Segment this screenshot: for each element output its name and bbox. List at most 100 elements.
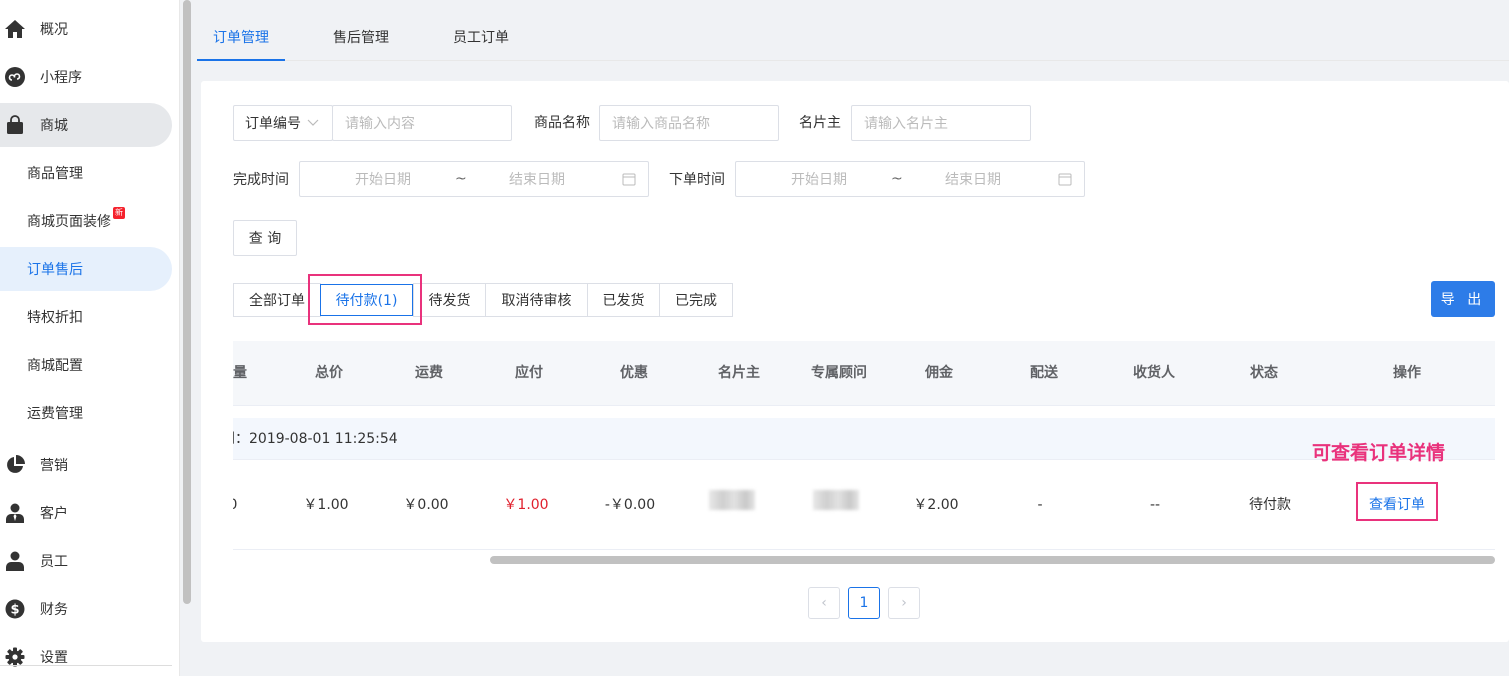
sidebar-item-label: 订单售后	[27, 262, 83, 278]
sidebar-sub-product-mgmt[interactable]: 商品管理	[0, 151, 172, 195]
cell-receiver: --	[1149, 497, 1161, 513]
cell-commission: ￥2.00	[913, 497, 959, 513]
annotation-text: 可查看订单详情	[1312, 442, 1446, 464]
header-discount: 优惠	[620, 365, 648, 381]
sidebar-item-label: 设置	[40, 650, 68, 666]
sidebar-item-label: 客户	[40, 506, 68, 522]
header-shipping: 运费	[415, 365, 443, 381]
date-separator: ~	[455, 171, 467, 187]
product-name-label: 商品名称	[534, 115, 590, 131]
status-tab-pending-shipment[interactable]: 待发货	[413, 283, 486, 317]
calendar-icon	[1058, 172, 1072, 186]
order-time-range[interactable]: 开始日期 ~ 结束日期	[735, 161, 1085, 197]
order-type-value: 订单编号	[245, 116, 301, 132]
sidebar-item-label: 运费管理	[27, 406, 83, 422]
sidebar-item-label: 商城页面装修	[27, 214, 111, 230]
sidebar-item-miniprogram[interactable]: 小程序	[0, 55, 172, 99]
sidebar-item-label: 小程序	[40, 70, 82, 86]
cell-payable: ￥1.00	[503, 497, 549, 513]
cell-delivery: -	[1037, 497, 1043, 513]
sidebar-item-label: 营销	[40, 458, 68, 474]
header-status: 状态	[1250, 365, 1278, 381]
blurred-advisor	[813, 490, 859, 510]
header-commission: 佣金	[925, 365, 953, 381]
top-tabs: 订单管理 售后管理 员工订单	[197, 0, 1509, 61]
header-delivery: 配送	[1030, 365, 1058, 381]
sidebar-item-employee[interactable]: 员工	[0, 539, 172, 583]
pagination-next[interactable]: ›	[888, 587, 920, 619]
start-date-placeholder: 开始日期	[355, 172, 411, 188]
sidebar-sub-order-aftersale[interactable]: 订单售后	[0, 247, 172, 291]
sidebar-item-label: 商城	[40, 118, 68, 134]
employee-icon	[4, 550, 26, 572]
query-button[interactable]: 查 询	[233, 220, 297, 256]
table-row: 0 ￥1.00 ￥0.00 ￥1.00 -￥0.00 ￥2.00 - -- 待付…	[229, 460, 1495, 550]
pagination-prev[interactable]: ‹	[808, 587, 840, 619]
header-total: 总价	[315, 365, 343, 381]
blurred-card-owner	[709, 490, 755, 510]
sidebar-sub-page-decoration[interactable]: 商城页面装修新	[0, 199, 172, 243]
end-date-placeholder: 结束日期	[509, 172, 565, 188]
product-name-placeholder: 请输入商品名称	[612, 116, 710, 132]
sidebar-item-overview[interactable]: 概况	[0, 7, 172, 51]
status-tab-cancel-review[interactable]: 取消待审核	[485, 283, 588, 317]
order-time-text: 时间：2019-08-01 11:25:54	[207, 431, 398, 447]
start-date-placeholder: 开始日期	[791, 172, 847, 188]
header-card-owner: 名片主	[718, 365, 760, 381]
pie-chart-icon	[4, 454, 26, 476]
sidebar-scrollbar[interactable]	[183, 0, 191, 604]
order-keyword-input[interactable]: 请输入内容	[332, 105, 512, 141]
highlight-box-pending-tab	[308, 274, 422, 325]
cell-discount: -￥0.00	[604, 497, 656, 513]
sidebar-item-label: 商品管理	[27, 166, 83, 182]
table-header: 数量 总价 运费 应付 优惠 名片主 专属顾问 佣金 配送 收货人 状态 操作	[219, 341, 1495, 406]
end-date-placeholder: 结束日期	[945, 172, 1001, 188]
sidebar-sub-shipping-mgmt[interactable]: 运费管理	[0, 391, 172, 435]
status-tab-shipped[interactable]: 已发货	[587, 283, 660, 317]
product-name-input[interactable]: 请输入商品名称	[599, 105, 779, 141]
tab-aftersale-management[interactable]: 售后管理	[333, 0, 389, 61]
cell-total: ￥1.00	[303, 497, 349, 513]
sidebar-sub-privilege-discount[interactable]: 特权折扣	[0, 295, 172, 339]
card-owner-input[interactable]: 请输入名片主	[851, 105, 1031, 141]
new-badge: 新	[113, 207, 125, 219]
tab-order-management[interactable]: 订单管理	[197, 0, 285, 61]
home-icon	[4, 18, 26, 40]
card-owner-placeholder: 请输入名片主	[864, 116, 948, 132]
pagination-page-1[interactable]: 1	[848, 587, 880, 619]
sidebar-item-label: 员工	[40, 554, 68, 570]
sidebar-item-settings[interactable]: 设置	[0, 635, 172, 676]
sidebar-item-marketing[interactable]: 营销	[0, 443, 172, 487]
sidebar-item-customer[interactable]: 客户	[0, 491, 172, 535]
sidebar-item-label: 概况	[40, 22, 68, 38]
customer-icon	[4, 502, 26, 524]
sidebar-item-finance[interactable]: $ 财务	[0, 587, 172, 631]
sidebar-item-mall[interactable]: 商城	[0, 103, 172, 147]
complete-time-label: 完成时间	[233, 172, 289, 188]
header-action: 操作	[1393, 365, 1421, 381]
sidebar: 概况 小程序 商城 商品管理 商城页面装修新 订单售后 特权折扣 商城配置 运费…	[0, 0, 180, 676]
date-separator: ~	[891, 171, 903, 187]
card-owner-label: 名片主	[799, 115, 841, 131]
highlight-box-view-order	[1356, 482, 1438, 521]
status-tab-completed[interactable]: 已完成	[659, 283, 733, 317]
cell-shipping: ￥0.00	[403, 497, 449, 513]
order-type-select[interactable]: 订单编号	[233, 105, 333, 141]
table-horizontal-scrollbar[interactable]	[490, 556, 1495, 564]
tab-employee-orders[interactable]: 员工订单	[453, 0, 509, 61]
order-keyword-placeholder: 请输入内容	[345, 116, 415, 132]
sidebar-sub-mall-config[interactable]: 商城配置	[0, 343, 172, 387]
complete-time-range[interactable]: 开始日期 ~ 结束日期	[299, 161, 649, 197]
export-button[interactable]: 导 出	[1431, 281, 1495, 317]
header-advisor: 专属顾问	[811, 365, 867, 381]
sidebar-item-label: 特权折扣	[27, 310, 83, 326]
dollar-icon: $	[4, 598, 26, 620]
sidebar-divider	[0, 665, 172, 666]
shopping-bag-icon	[4, 114, 26, 136]
order-group-row: 时间：2019-08-01 11:25:54	[207, 418, 1495, 460]
table-left-clip-group	[201, 418, 233, 460]
miniprogram-icon	[4, 66, 26, 88]
calendar-icon	[622, 172, 636, 186]
svg-text:$: $	[10, 603, 19, 618]
header-receiver: 收货人	[1133, 365, 1175, 381]
